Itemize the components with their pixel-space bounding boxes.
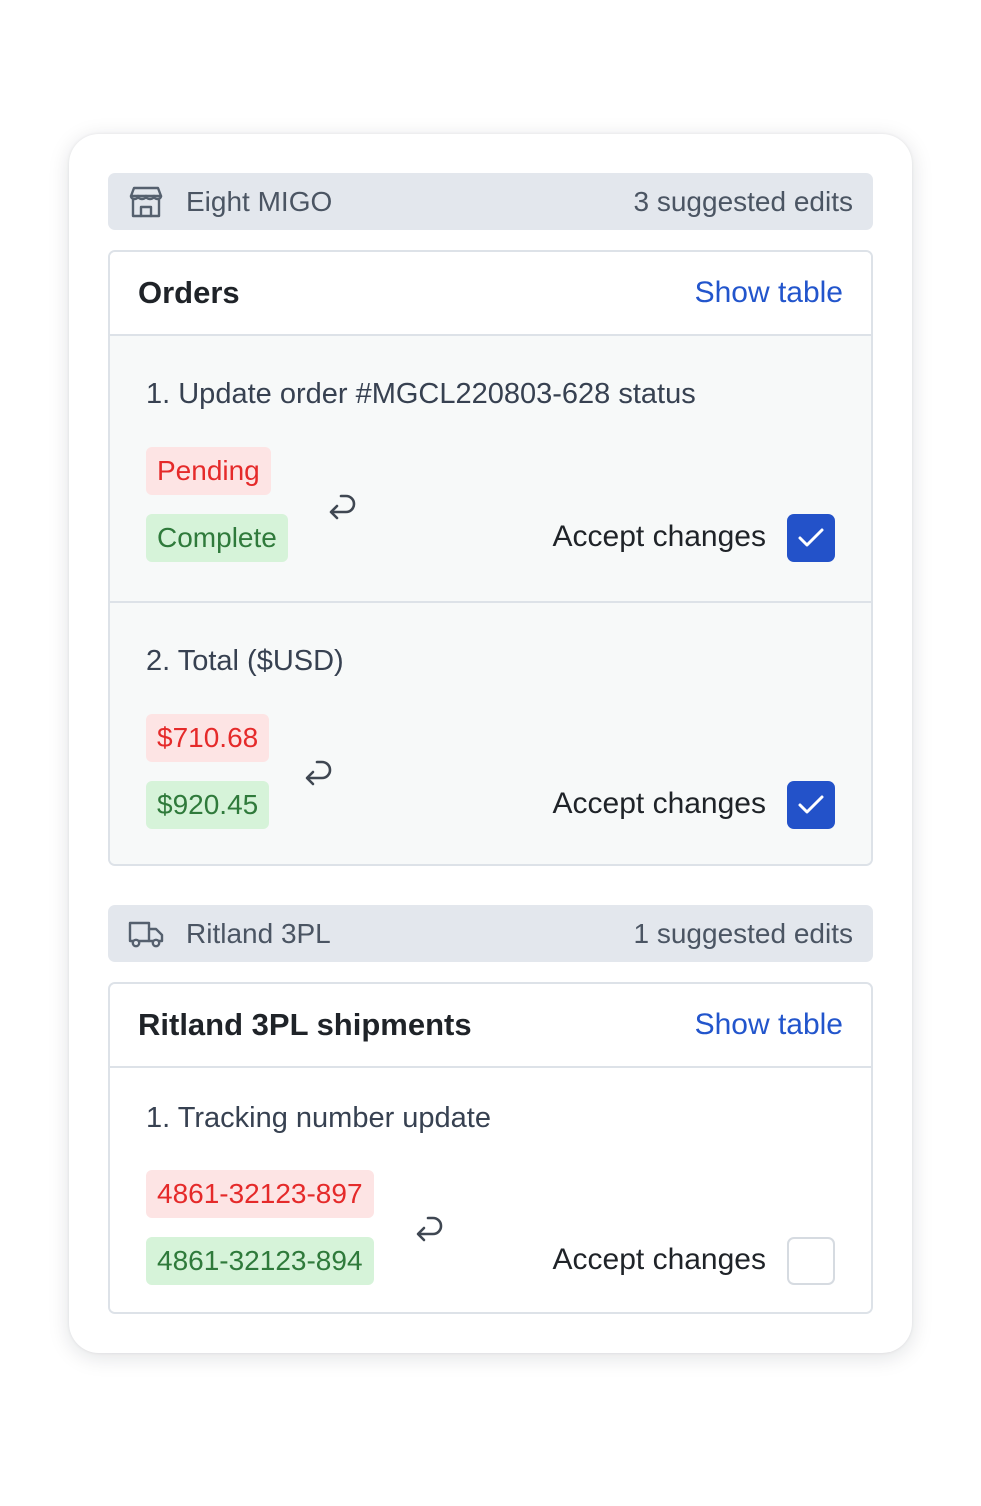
edit-title: 2. Total ($USD): [146, 645, 344, 677]
new-value-badge: Complete: [146, 514, 288, 562]
accept-changes-label: Accept changes: [552, 1243, 766, 1276]
undo-arrow-icon: [408, 1214, 448, 1244]
edit-title: 1. Tracking number update: [146, 1102, 491, 1134]
edit-item: 2. Total ($USD) $710.68 $920.45 Accept c…: [110, 601, 871, 864]
table-title: Ritland 3PL shipments: [138, 1007, 472, 1042]
source-name: Eight MIGO: [186, 185, 333, 217]
edit-item: 1. Update order #MGCL220803-628 status P…: [110, 336, 871, 601]
undo-arrow-icon: [297, 758, 337, 788]
source-name: Ritland 3PL: [186, 917, 331, 949]
edit-title: 1. Update order #MGCL220803-628 status: [146, 378, 696, 410]
undo-arrow-icon: [321, 492, 361, 522]
suggested-edits-count: 3 suggested edits: [633, 185, 854, 217]
storefront-icon: [128, 184, 164, 220]
new-value-badge: 4861-32123-894: [146, 1237, 374, 1285]
old-value-badge: Pending: [146, 447, 271, 495]
shipments-table-panel: Ritland 3PL shipments Show table 1. Trac…: [108, 982, 873, 1314]
old-value-badge: 4861-32123-897: [146, 1170, 374, 1218]
show-table-link[interactable]: Show table: [695, 1008, 843, 1042]
source-header-eight-migo: Eight MIGO 3 suggested edits: [108, 173, 873, 230]
orders-table-panel: Orders Show table 1. Update order #MGCL2…: [108, 250, 873, 866]
table-title: Orders: [138, 275, 240, 310]
accept-changes-checkbox[interactable]: [787, 514, 835, 562]
new-value-badge: $920.45: [146, 781, 270, 829]
accept-changes-label: Accept changes: [552, 520, 766, 553]
truck-icon: [128, 916, 164, 952]
edit-item: 1. Tracking number update 4861-32123-897…: [110, 1068, 871, 1312]
accept-changes-checkbox[interactable]: [787, 781, 835, 829]
suggested-edits-count: 1 suggested edits: [633, 917, 854, 949]
table-header: Ritland 3PL shipments Show table: [110, 984, 871, 1068]
show-table-link[interactable]: Show table: [695, 276, 843, 310]
old-value-badge: $710.68: [146, 714, 270, 762]
suggested-edits-card: Eight MIGO 3 suggested edits Orders Show…: [69, 134, 912, 1353]
checkmark-icon: [798, 528, 824, 547]
accept-changes-label: Accept changes: [552, 787, 766, 820]
source-header-ritland-3pl: Ritland 3PL 1 suggested edits: [108, 905, 873, 962]
accept-changes-checkbox[interactable]: [787, 1237, 835, 1285]
table-header: Orders Show table: [110, 252, 871, 336]
checkmark-icon: [798, 795, 824, 814]
